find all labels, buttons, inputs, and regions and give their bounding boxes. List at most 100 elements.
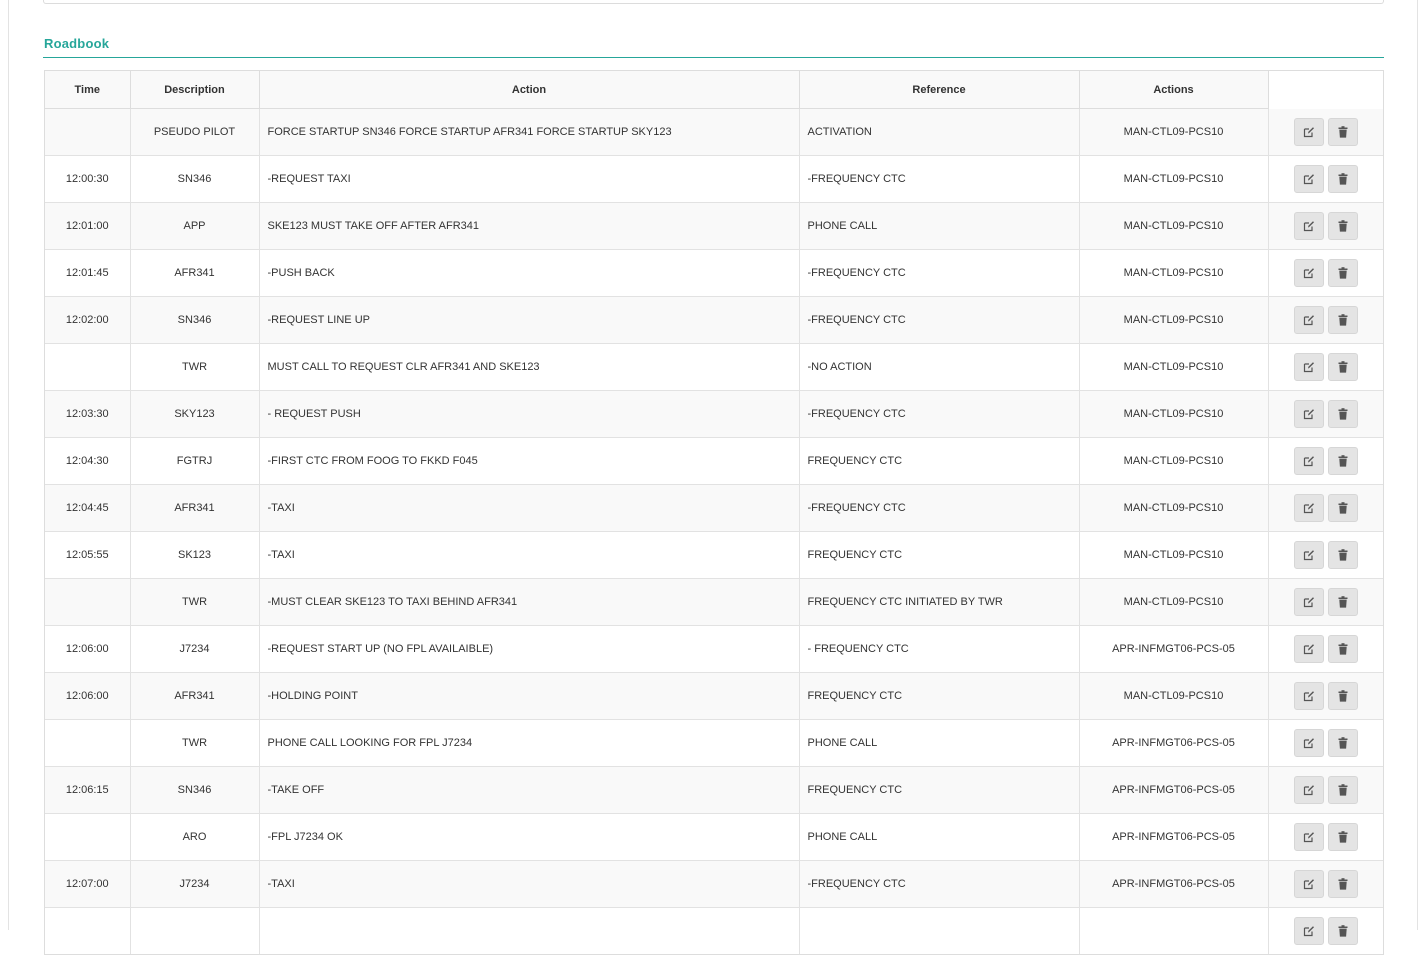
delete-button[interactable]: [1327, 541, 1358, 569]
cell-reference-code: MAN-CTL09-PCS10: [1079, 249, 1269, 297]
cell-row-buttons: [1268, 766, 1383, 814]
trash-icon: [1338, 267, 1348, 279]
delete-button[interactable]: [1327, 117, 1358, 146]
edit-button[interactable]: [1293, 870, 1324, 898]
edit-icon: [1303, 926, 1314, 937]
edit-button[interactable]: [1293, 400, 1324, 428]
edit-button[interactable]: [1293, 353, 1324, 381]
trash-icon: [1338, 314, 1348, 326]
trash-icon: [1338, 596, 1348, 608]
delete-button[interactable]: [1327, 400, 1358, 428]
edit-button[interactable]: [1293, 212, 1324, 240]
previous-panel-bottom: [43, 0, 1384, 4]
edit-button[interactable]: [1293, 917, 1324, 945]
cell-time: 12:04:45: [45, 484, 131, 532]
cell-reference: FREQUENCY CTC INITIATED BY TWR: [799, 578, 1080, 626]
edit-button[interactable]: [1293, 588, 1324, 616]
cell-reference: [799, 907, 1080, 954]
cell-reference-code: MAN-CTL09-PCS10: [1079, 437, 1269, 485]
cell-reference-code: APR-INFMGT06-PCS-05: [1079, 625, 1269, 673]
edit-button[interactable]: [1293, 306, 1324, 334]
cell-row-buttons: [1268, 155, 1383, 203]
edit-button[interactable]: [1293, 117, 1324, 146]
column-header-action[interactable]: Action: [259, 71, 800, 109]
cell-time: [45, 813, 131, 861]
delete-button[interactable]: [1327, 212, 1358, 240]
cell-time: 12:04:30: [45, 437, 131, 485]
column-header-reference[interactable]: Reference: [799, 71, 1080, 109]
cell-row-buttons: [1268, 531, 1383, 579]
cell-action: PHONE CALL LOOKING FOR FPL J7234: [259, 719, 800, 767]
cell-action: -REQUEST TAXI: [259, 155, 800, 203]
cell-reference-code: MAN-CTL09-PCS10: [1079, 108, 1269, 156]
delete-button[interactable]: [1327, 306, 1358, 334]
edit-icon: [1303, 691, 1314, 702]
edit-icon: [1303, 409, 1314, 420]
trash-icon: [1338, 784, 1348, 796]
page-container: Roadbook Time Description Action Referen…: [8, 0, 1418, 955]
cell-reference: -FREQUENCY CTC: [799, 390, 1080, 438]
cell-action: -FPL J7234 OK: [259, 813, 800, 861]
edit-button[interactable]: [1293, 729, 1324, 757]
trash-icon: [1338, 455, 1348, 467]
delete-button[interactable]: [1327, 823, 1358, 851]
cell-description: J7234: [130, 625, 260, 673]
cell-reference: PHONE CALL: [799, 719, 1080, 767]
delete-button[interactable]: [1327, 870, 1358, 898]
delete-button[interactable]: [1327, 588, 1358, 616]
cell-reference-code: MAN-CTL09-PCS10: [1079, 531, 1269, 579]
delete-button[interactable]: [1327, 494, 1358, 522]
edit-button[interactable]: [1293, 776, 1324, 804]
delete-button[interactable]: [1327, 917, 1358, 945]
cell-action: - REQUEST PUSH: [259, 390, 800, 438]
trash-icon: [1338, 643, 1348, 655]
cell-action: -REQUEST LINE UP: [259, 296, 800, 344]
delete-button[interactable]: [1327, 259, 1358, 287]
cell-reference: -FREQUENCY CTC: [799, 155, 1080, 203]
roadbook-table: Time Description Action Reference Action…: [45, 71, 1383, 954]
cell-time: 12:00:30: [45, 155, 131, 203]
trash-icon: [1338, 125, 1348, 138]
column-header-buttons: [1268, 71, 1383, 109]
section-divider: [43, 57, 1384, 58]
delete-button[interactable]: [1327, 635, 1358, 663]
delete-button[interactable]: [1327, 447, 1358, 475]
cell-row-buttons: [1268, 296, 1383, 344]
table-row: TWR PHONE CALL LOOKING FOR FPL J7234 PHO…: [45, 719, 1383, 767]
cell-time: [45, 108, 131, 156]
cell-row-buttons: [1268, 719, 1383, 767]
edit-icon: [1303, 126, 1314, 137]
edit-button[interactable]: [1293, 165, 1324, 193]
table-row: 12:07:00 J7234 -TAXI -FREQUENCY CTC APR-…: [45, 860, 1383, 908]
table-row: 12:01:45 AFR341 -PUSH BACK -FREQUENCY CT…: [45, 249, 1383, 297]
cell-description: FGTRJ: [130, 437, 260, 485]
edit-icon: [1303, 456, 1314, 467]
edit-icon: [1303, 738, 1314, 749]
edit-button[interactable]: [1293, 635, 1324, 663]
cell-time: 12:06:00: [45, 625, 131, 673]
delete-button[interactable]: [1327, 729, 1358, 757]
cell-reference: PHONE CALL: [799, 202, 1080, 250]
column-header-time[interactable]: Time: [45, 71, 131, 109]
cell-reference-code: MAN-CTL09-PCS10: [1079, 672, 1269, 720]
cell-reference-code: APR-INFMGT06-PCS-05: [1079, 813, 1269, 861]
cell-description: AFR341: [130, 249, 260, 297]
cell-description: TWR: [130, 719, 260, 767]
delete-button[interactable]: [1327, 682, 1358, 710]
cell-reference-code: [1079, 907, 1269, 954]
table-row: 12:06:00 J7234 -REQUEST START UP (NO FPL…: [45, 625, 1383, 673]
edit-button[interactable]: [1293, 494, 1324, 522]
delete-button[interactable]: [1327, 165, 1358, 193]
cell-action: -FIRST CTC FROM FOOG TO FKKD F045: [259, 437, 800, 485]
edit-button[interactable]: [1293, 541, 1324, 569]
edit-button[interactable]: [1293, 823, 1324, 851]
edit-button[interactable]: [1293, 447, 1324, 475]
cell-time: 12:02:00: [45, 296, 131, 344]
delete-button[interactable]: [1327, 776, 1358, 804]
edit-button[interactable]: [1293, 682, 1324, 710]
column-header-description[interactable]: Description: [130, 71, 260, 109]
cell-description: AFR341: [130, 484, 260, 532]
delete-button[interactable]: [1327, 353, 1358, 381]
cell-description: SK123: [130, 531, 260, 579]
edit-button[interactable]: [1293, 259, 1324, 287]
